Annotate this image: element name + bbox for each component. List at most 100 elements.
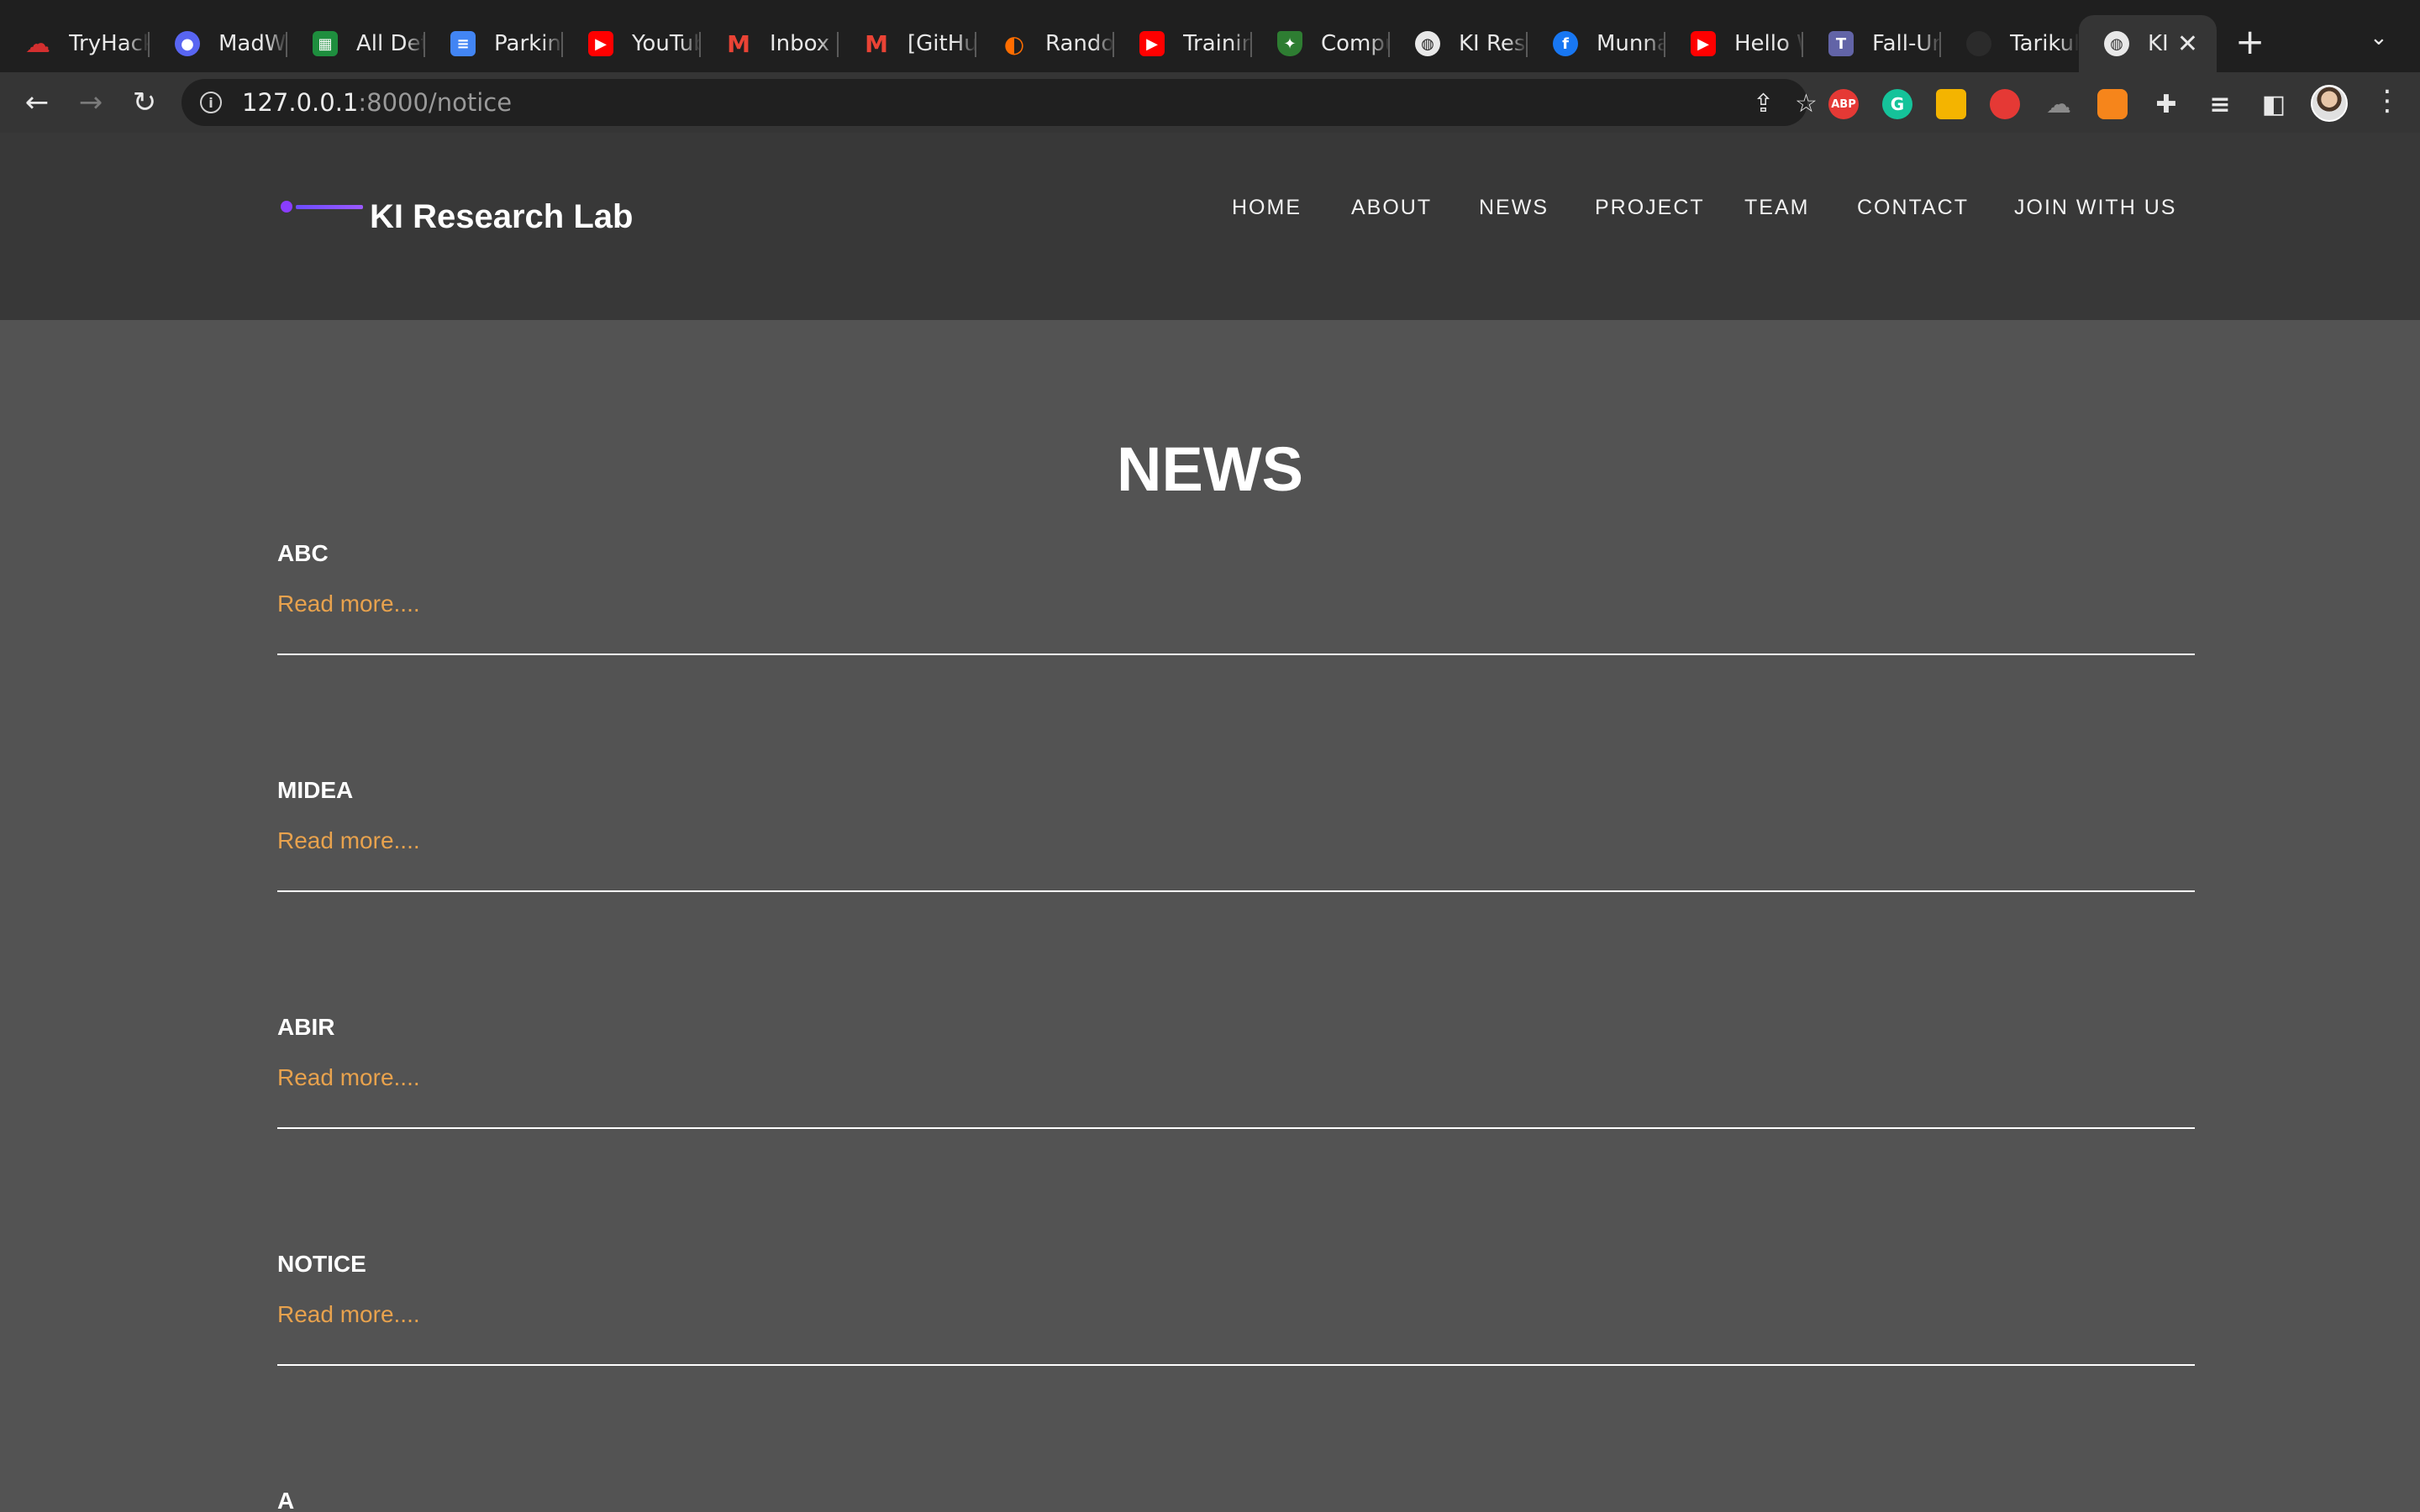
nav-about[interactable]: ABOUT xyxy=(1351,196,1432,220)
grammarly-icon[interactable]: G xyxy=(1882,89,1912,119)
docs-icon: ≡ xyxy=(450,31,476,56)
news-divider xyxy=(277,1127,2195,1129)
browser-tab[interactable]: ▶ Hello W xyxy=(1665,15,1803,72)
nav-news[interactable]: NEWS xyxy=(1479,196,1549,220)
share-icon[interactable]: ⇪ xyxy=(1753,89,1774,118)
gmail-icon: M xyxy=(865,29,888,58)
globe-icon: ◍ xyxy=(1415,31,1440,56)
browser-tab[interactable]: M Inbox (1 xyxy=(701,15,839,72)
youtube-icon: ▶ xyxy=(1139,31,1165,56)
ext-red-icon[interactable] xyxy=(1990,89,2020,119)
tab-title: [GitHub xyxy=(908,31,976,56)
browser-tab[interactable]: ◐ Random xyxy=(976,15,1114,72)
news-item: ABC Read more.... xyxy=(277,540,2195,666)
browser-tab[interactable]: ☁ TryHack xyxy=(0,15,150,72)
facebook-icon: f xyxy=(1553,31,1578,56)
youtube-icon: ▶ xyxy=(1691,31,1716,56)
shield-icon: ✦ xyxy=(1277,31,1302,56)
news-item: MIDEA Read more.... xyxy=(277,777,2195,903)
browser-tab[interactable]: T Fall-Un xyxy=(1803,15,1941,72)
page-title: NEWS xyxy=(1117,434,1303,504)
news-item: NOTICE Read more.... xyxy=(277,1251,2195,1377)
browser-tab[interactable]: ◍ KI Rese xyxy=(1390,15,1528,72)
random-icon: ◐ xyxy=(1003,29,1025,58)
browser-tab[interactable]: ▶ YouTub xyxy=(563,15,701,72)
metamask-icon[interactable] xyxy=(2097,89,2128,119)
tab-search-chevron-icon[interactable]: ⌄ xyxy=(2370,25,2388,50)
tab-title: Training xyxy=(1183,31,1252,56)
news-title: ABIR xyxy=(277,1014,335,1040)
browser-tab-active[interactable]: ◍ KI R ✕ xyxy=(2079,15,2217,72)
browser-tab[interactable]: ✦ Compu xyxy=(1252,15,1390,72)
adblock-icon[interactable]: ABP xyxy=(1828,89,1859,119)
nav-contact[interactable]: CONTACT xyxy=(1857,196,1969,220)
nav-team[interactable]: TEAM xyxy=(1744,196,1809,220)
news-item: A xyxy=(277,1488,2193,1512)
news-divider xyxy=(277,890,2195,892)
url-host: 127.0.0.1 xyxy=(242,88,359,117)
gmail-icon: M xyxy=(727,29,750,58)
site-header: KI Research Lab HOME ABOUT NEWS PROJECT … xyxy=(0,133,2420,320)
tab-title: All Deta xyxy=(356,31,425,56)
site-info-icon[interactable]: i xyxy=(200,92,222,113)
bookmark-star-icon[interactable]: ☆ xyxy=(1795,89,1818,118)
new-tab-button[interactable]: + xyxy=(2235,24,2265,60)
browser-tab-strip: ☁ TryHack ● MadWic ▦ All Deta ≡ Parkins … xyxy=(0,0,2420,72)
news-item: ABIR Read more.... xyxy=(277,1014,2195,1140)
tab-title: YouTub xyxy=(632,31,701,56)
nav-project[interactable]: PROJECT xyxy=(1595,196,1705,220)
teams-icon: T xyxy=(1828,31,1854,56)
browser-menu-icon[interactable]: ⋮ xyxy=(2373,84,2402,118)
read-more-link[interactable]: Read more.... xyxy=(277,1064,420,1091)
news-title: NOTICE xyxy=(277,1251,366,1277)
news-title: ABC xyxy=(277,540,329,566)
tab-title: Random xyxy=(1045,31,1114,56)
browser-tab[interactable]: ● MadWic xyxy=(150,15,287,72)
profile-avatar[interactable] xyxy=(2311,85,2348,122)
tab-title: Compu xyxy=(1321,31,1390,56)
back-button[interactable]: ← xyxy=(18,84,55,121)
news-title: A xyxy=(277,1488,295,1512)
browser-tab[interactable]: Tarikul6 xyxy=(1941,15,2079,72)
tab-title: Fall-Un xyxy=(1872,31,1941,56)
read-more-link[interactable]: Read more.... xyxy=(277,591,420,617)
tab-title: Tarikul6 xyxy=(2010,31,2079,56)
youtube-icon: ▶ xyxy=(588,31,613,56)
nav-home[interactable]: HOME xyxy=(1232,196,1302,220)
news-divider xyxy=(277,1364,2195,1366)
browser-tab[interactable]: ≡ Parkins xyxy=(425,15,563,72)
tab-title: KI Rese xyxy=(1459,31,1528,56)
read-more-link[interactable]: Read more.... xyxy=(277,827,420,854)
tryhackme-icon: ☁ xyxy=(25,29,50,59)
news-title: MIDEA xyxy=(277,777,354,803)
calendar-ext-icon[interactable] xyxy=(1936,89,1966,119)
adblock-label: ABP xyxy=(1831,97,1856,111)
tab-title: Inbox (1 xyxy=(770,31,839,56)
browser-tab[interactable]: ▶ Training xyxy=(1114,15,1252,72)
github-icon xyxy=(1966,31,1991,56)
tab-title: Hello W xyxy=(1734,31,1803,56)
news-divider xyxy=(277,654,2195,655)
browser-tab[interactable]: M [GitHub xyxy=(839,15,976,72)
read-more-link[interactable]: Read more.... xyxy=(277,1301,420,1328)
extensions-puzzle-icon[interactable]: ✚ xyxy=(2151,89,2181,119)
cloud-icon[interactable]: ☁ xyxy=(2044,89,2074,119)
sheets-icon: ▦ xyxy=(313,31,338,56)
grammarly-label: G xyxy=(1890,94,1905,114)
close-tab-icon[interactable]: ✕ xyxy=(2177,29,2198,59)
media-control-icon[interactable]: ≡ xyxy=(2205,89,2235,119)
browser-tab[interactable]: f Munna xyxy=(1528,15,1665,72)
url-path: :8000/notice xyxy=(358,88,513,117)
nav-join-with-us[interactable]: JOIN WITH US xyxy=(2014,196,2176,220)
tab-title: MadWic xyxy=(218,31,287,56)
tab-title: Parkins xyxy=(494,31,563,56)
tab-title: TryHack xyxy=(69,31,150,56)
reload-button[interactable]: ↻ xyxy=(126,84,163,121)
tab-title: KI R xyxy=(2148,31,2177,56)
side-panel-icon[interactable]: ◧ xyxy=(2259,89,2289,119)
address-bar[interactable]: i 127.0.0.1:8000/notice ⇪ ☆ xyxy=(182,79,1818,126)
forward-button[interactable]: → xyxy=(72,84,109,121)
tab-title: Munna xyxy=(1597,31,1665,56)
browser-tab[interactable]: ▦ All Deta xyxy=(287,15,425,72)
address-url[interactable]: 127.0.0.1:8000/notice xyxy=(242,88,512,117)
